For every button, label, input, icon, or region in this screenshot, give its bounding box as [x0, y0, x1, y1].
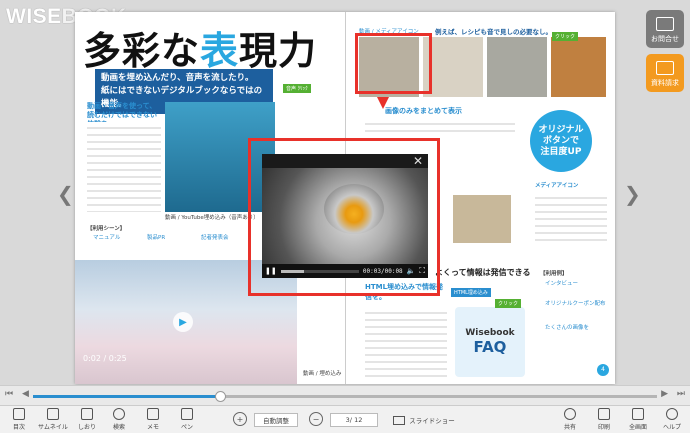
right-lead: 例えば、レシピも音で見しの必要なし。 [435, 28, 552, 36]
faq-click-tag[interactable]: クリック [495, 299, 522, 308]
chat-icon [656, 17, 674, 31]
fullscreen-toggle-icon [632, 408, 644, 420]
right-usage-head: 【利用例】 [540, 271, 568, 277]
right-usage-item: オリジナルクーポン配布 [545, 301, 606, 307]
close-icon[interactable]: ✕ [413, 154, 423, 168]
html-embed-text [365, 307, 447, 379]
page-number: 4 [597, 364, 609, 376]
fullscreen-button[interactable]: 全画面 [622, 408, 654, 431]
media-icon-text [535, 192, 607, 242]
toc-icon [13, 408, 25, 420]
page-indicator[interactable]: 3/ 12 [330, 413, 378, 427]
request-docs-label: 資料請求 [651, 79, 679, 87]
memo-button[interactable]: メモ [137, 408, 169, 431]
slideshow-icon [393, 415, 406, 425]
page-title: 多彩な表現力 [83, 29, 318, 73]
help-icon [666, 408, 678, 420]
left-body-text [87, 122, 161, 212]
recipe-photo-3[interactable] [487, 37, 547, 97]
share-button[interactable]: 共有 [554, 408, 586, 431]
seek-knob[interactable] [215, 391, 227, 402]
memo-icon [147, 408, 159, 420]
original-button-badge[interactable]: オリジナル ボタンで 注目度UP [530, 110, 592, 172]
dog-photo[interactable] [453, 195, 511, 243]
search-icon [113, 408, 125, 420]
toc-button[interactable]: 目次 [3, 408, 35, 431]
search-button[interactable]: 検索 [103, 408, 135, 431]
usage-item: マニュアル [93, 235, 121, 241]
pause-icon[interactable]: ❚❚ [265, 267, 277, 275]
recipe-photo-4[interactable] [551, 37, 606, 97]
video-bowl [324, 184, 384, 234]
next-icon[interactable]: ▶ [661, 389, 668, 399]
video-time: 00:03/00:08 [362, 267, 403, 275]
click-tag[interactable]: クリック [552, 32, 579, 41]
video-player[interactable]: ✕ ❚❚ 00:03/00:08 🔈 ⛶ [262, 154, 428, 278]
share-icon [564, 408, 576, 420]
contact-button[interactable]: お問合せ [646, 10, 684, 48]
usage-item: 製品PR [147, 235, 166, 241]
page-seek-bar: ⏮ ◀ ▶ ⏭ [0, 385, 690, 405]
grid-icon [47, 408, 59, 420]
auto-fit-button[interactable]: 自動調整 [254, 413, 298, 427]
reef-caption: 動画 / YouTube埋め込み（音声あり） [165, 215, 259, 221]
volume-icon[interactable]: 🔈 [407, 267, 416, 275]
prev-page-icon[interactable]: ❮ [57, 182, 74, 206]
media-icon-tag: メディアアイコン [535, 183, 579, 189]
usage-head: 【利用シーン】 [87, 226, 126, 232]
pen-icon [181, 408, 193, 420]
last-page-icon[interactable]: ⏭ [677, 389, 685, 399]
highlight-arrow [377, 97, 389, 109]
print-button[interactable]: 印刷 [588, 408, 620, 431]
voice-click-tag[interactable]: 音声 ｸﾘｯｸ [283, 84, 311, 93]
highlight-frame-thumb [355, 33, 432, 94]
pen-button[interactable]: ペン [171, 408, 203, 431]
video-progress-bar[interactable] [280, 269, 359, 273]
bookmark-icon [81, 408, 93, 420]
help-button[interactable]: ヘルプ [656, 408, 688, 431]
request-docs-button[interactable]: 資料請求 [646, 54, 684, 92]
right-usage-item: インタビュー [545, 281, 579, 287]
contact-label: お問合せ [651, 35, 679, 43]
blossom-video-time: 0:02 / 0:25 [83, 354, 127, 363]
slideshow-button[interactable]: スライドショー [388, 413, 460, 427]
thumbnail-button[interactable]: サムネイル [37, 408, 69, 431]
bottom-head: よくって情報は発信できる [435, 268, 531, 277]
first-page-icon[interactable]: ⏮ [5, 389, 13, 399]
seek-track[interactable] [33, 391, 657, 402]
blossom-caption: 動画 / 埋め込み [303, 371, 342, 377]
document-icon [656, 61, 674, 75]
faq-banner[interactable]: Wisebook FAQ [455, 307, 525, 377]
print-icon [598, 408, 610, 420]
recipe-photo-2[interactable] [423, 37, 483, 97]
section2-head: 画像のみをまとめて表示 [385, 107, 462, 115]
zoom-out-icon[interactable]: − [309, 412, 323, 426]
fullscreen-icon[interactable]: ⛶ [419, 266, 425, 276]
section2-text [365, 118, 515, 136]
html-embed-tag: HTML埋め込み [451, 288, 491, 297]
right-usage-item: たくさんの画像を [545, 325, 590, 331]
prev-icon[interactable]: ◀ [22, 389, 29, 399]
zoom-in-icon[interactable]: + [233, 412, 247, 426]
usage-item: 記者発表会 [201, 235, 229, 241]
video-controls: ❚❚ 00:03/00:08 🔈 ⛶ [262, 264, 428, 278]
bookmark-button[interactable]: しおり [71, 408, 103, 431]
bottom-toolbar: 目次 サムネイル しおり 検索 メモ ペン + 自動調整 − 3/ 12 スライ… [0, 405, 690, 433]
play-icon[interactable]: ▶ [173, 312, 193, 332]
next-page-icon[interactable]: ❯ [624, 182, 641, 206]
